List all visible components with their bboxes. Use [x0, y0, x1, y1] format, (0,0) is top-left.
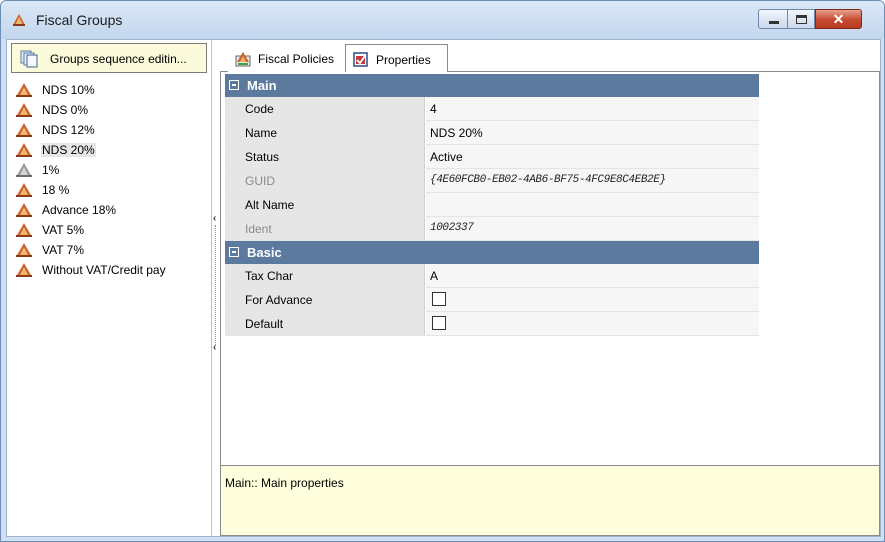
property-description: Main:: Main properties	[225, 476, 344, 490]
fiscal-group-icon	[13, 14, 25, 26]
property-row-default[interactable]: Default	[225, 312, 759, 336]
category-basic-label: Basic	[247, 245, 282, 260]
property-name: Status	[225, 145, 425, 168]
property-row-guid[interactable]: GUID {4E60FCB0-EB02-4AB6-BF75-4FC9E8C4EB…	[225, 169, 759, 193]
close-icon: ✕	[832, 11, 845, 27]
client-area: Groups sequence editin... NDS 10% NDS 0%…	[6, 39, 881, 537]
fiscal-group-icon	[16, 263, 32, 277]
close-button[interactable]: ✕	[815, 9, 862, 29]
tab-strip: Fiscal Policies Properties	[220, 40, 880, 73]
property-name: Default	[225, 312, 425, 335]
window-title: Fiscal Groups	[36, 12, 123, 28]
fiscal-group-icon	[16, 243, 32, 257]
tab-fiscal-policies-label: Fiscal Policies	[258, 52, 335, 66]
tab-fiscal-policies[interactable]: Fiscal Policies	[228, 44, 348, 72]
property-row-ident[interactable]: Ident 1002337	[225, 217, 759, 241]
property-value: 1002337	[426, 217, 759, 240]
property-value: {4E60FCB0-EB02-4AB6-BF75-4FC9E8C4EB2E}	[426, 169, 759, 192]
list-item[interactable]: 1%	[15, 160, 210, 180]
list-item-label: NDS 10%	[42, 83, 95, 97]
property-value[interactable]	[426, 193, 759, 216]
list-item-label: VAT 7%	[42, 243, 85, 257]
fiscal-group-icon	[16, 223, 32, 237]
details-panel: Fiscal Policies Properties Main Code 4 N…	[220, 40, 880, 536]
tab-properties[interactable]: Properties	[345, 44, 448, 73]
minimize-button[interactable]	[758, 9, 788, 29]
list-item-label: 1%	[42, 163, 60, 177]
property-row-alt-name[interactable]: Alt Name	[225, 193, 759, 217]
property-value	[426, 312, 759, 335]
property-name: For Advance	[225, 288, 425, 311]
property-grid-area: Main Code 4 Name NDS 20% Status Active G…	[220, 72, 880, 465]
property-row-tax-char[interactable]: Tax Char A	[225, 264, 759, 288]
maximize-button[interactable]	[787, 9, 815, 29]
list-item[interactable]: NDS 10%	[15, 80, 210, 100]
default-checkbox[interactable]	[432, 316, 446, 330]
list-item-label: NDS 12%	[42, 123, 95, 137]
window-bottom-border	[1, 537, 884, 541]
fiscal-group-icon	[16, 143, 32, 157]
fiscal-group-icon	[16, 123, 32, 137]
panel-splitter[interactable]: ‹ ‹	[212, 40, 220, 536]
fiscal-group-icon	[16, 103, 32, 117]
property-value[interactable]: Active	[426, 145, 759, 168]
property-name: Ident	[225, 217, 425, 240]
fiscal-group-icon	[16, 203, 32, 217]
category-main[interactable]: Main	[225, 74, 759, 97]
groups-sequence-editing-button[interactable]: Groups sequence editin...	[11, 43, 207, 73]
properties-icon	[353, 52, 368, 67]
list-item-selected[interactable]: NDS 20%	[15, 140, 210, 160]
sequence-editor-icon	[20, 50, 38, 68]
list-item[interactable]: NDS 12%	[15, 120, 210, 140]
fiscal-group-icon	[16, 183, 32, 197]
property-name: Name	[225, 121, 425, 144]
minimize-icon	[769, 21, 779, 24]
property-value[interactable]: NDS 20%	[426, 121, 759, 144]
list-item-label: NDS 0%	[42, 103, 89, 117]
collapse-icon[interactable]	[229, 247, 239, 257]
property-value[interactable]: A	[426, 264, 759, 287]
property-row-code[interactable]: Code 4	[225, 97, 759, 121]
property-name: Code	[225, 97, 425, 120]
title-bar[interactable]: Fiscal Groups ✕	[1, 1, 884, 39]
fiscal-group-list-panel: Groups sequence editin... NDS 10% NDS 0%…	[7, 40, 212, 536]
property-name: Alt Name	[225, 193, 425, 216]
list-item[interactable]: Advance 18%	[15, 200, 210, 220]
fiscal-group-icon	[16, 83, 32, 97]
property-row-status[interactable]: Status Active	[225, 145, 759, 169]
collapse-arrow-icon[interactable]: ‹	[213, 213, 216, 224]
list-item[interactable]: Without VAT/Credit pay	[15, 260, 210, 280]
list-item-label: 18 %	[42, 183, 70, 197]
property-name: GUID	[225, 169, 425, 192]
list-item-label: Advance 18%	[42, 203, 117, 217]
list-item-label: VAT 5%	[42, 223, 85, 237]
property-value	[426, 288, 759, 311]
property-value[interactable]: 4	[426, 97, 759, 120]
fiscal-group-list: NDS 10% NDS 0% NDS 12% NDS 20% 1% 18 % A…	[15, 80, 210, 280]
list-item-label: Without VAT/Credit pay	[42, 263, 166, 277]
property-row-for-advance[interactable]: For Advance	[225, 288, 759, 312]
category-basic[interactable]: Basic	[225, 241, 759, 264]
splitter-grip	[215, 225, 217, 345]
maximize-icon	[796, 15, 807, 24]
property-row-name[interactable]: Name NDS 20%	[225, 121, 759, 145]
for-advance-checkbox[interactable]	[432, 292, 446, 306]
list-item[interactable]: VAT 5%	[15, 220, 210, 240]
property-name: Tax Char	[225, 264, 425, 287]
collapse-arrow-icon[interactable]: ‹	[213, 342, 216, 353]
groups-sequence-editing-label: Groups sequence editin...	[50, 52, 187, 66]
category-main-label: Main	[247, 78, 277, 93]
fiscal-policies-icon	[235, 52, 251, 67]
fiscal-group-disabled-icon	[16, 163, 32, 177]
collapse-icon[interactable]	[229, 80, 239, 90]
property-description-panel: Main:: Main properties	[220, 465, 880, 536]
fiscal-groups-window: Fiscal Groups ✕ Groups sequence editin..…	[0, 0, 885, 542]
list-item[interactable]: NDS 0%	[15, 100, 210, 120]
list-item[interactable]: VAT 7%	[15, 240, 210, 260]
tab-properties-label: Properties	[376, 53, 431, 67]
list-item[interactable]: 18 %	[15, 180, 210, 200]
list-item-label: NDS 20%	[41, 143, 96, 157]
property-grid: Main Code 4 Name NDS 20% Status Active G…	[225, 74, 759, 336]
